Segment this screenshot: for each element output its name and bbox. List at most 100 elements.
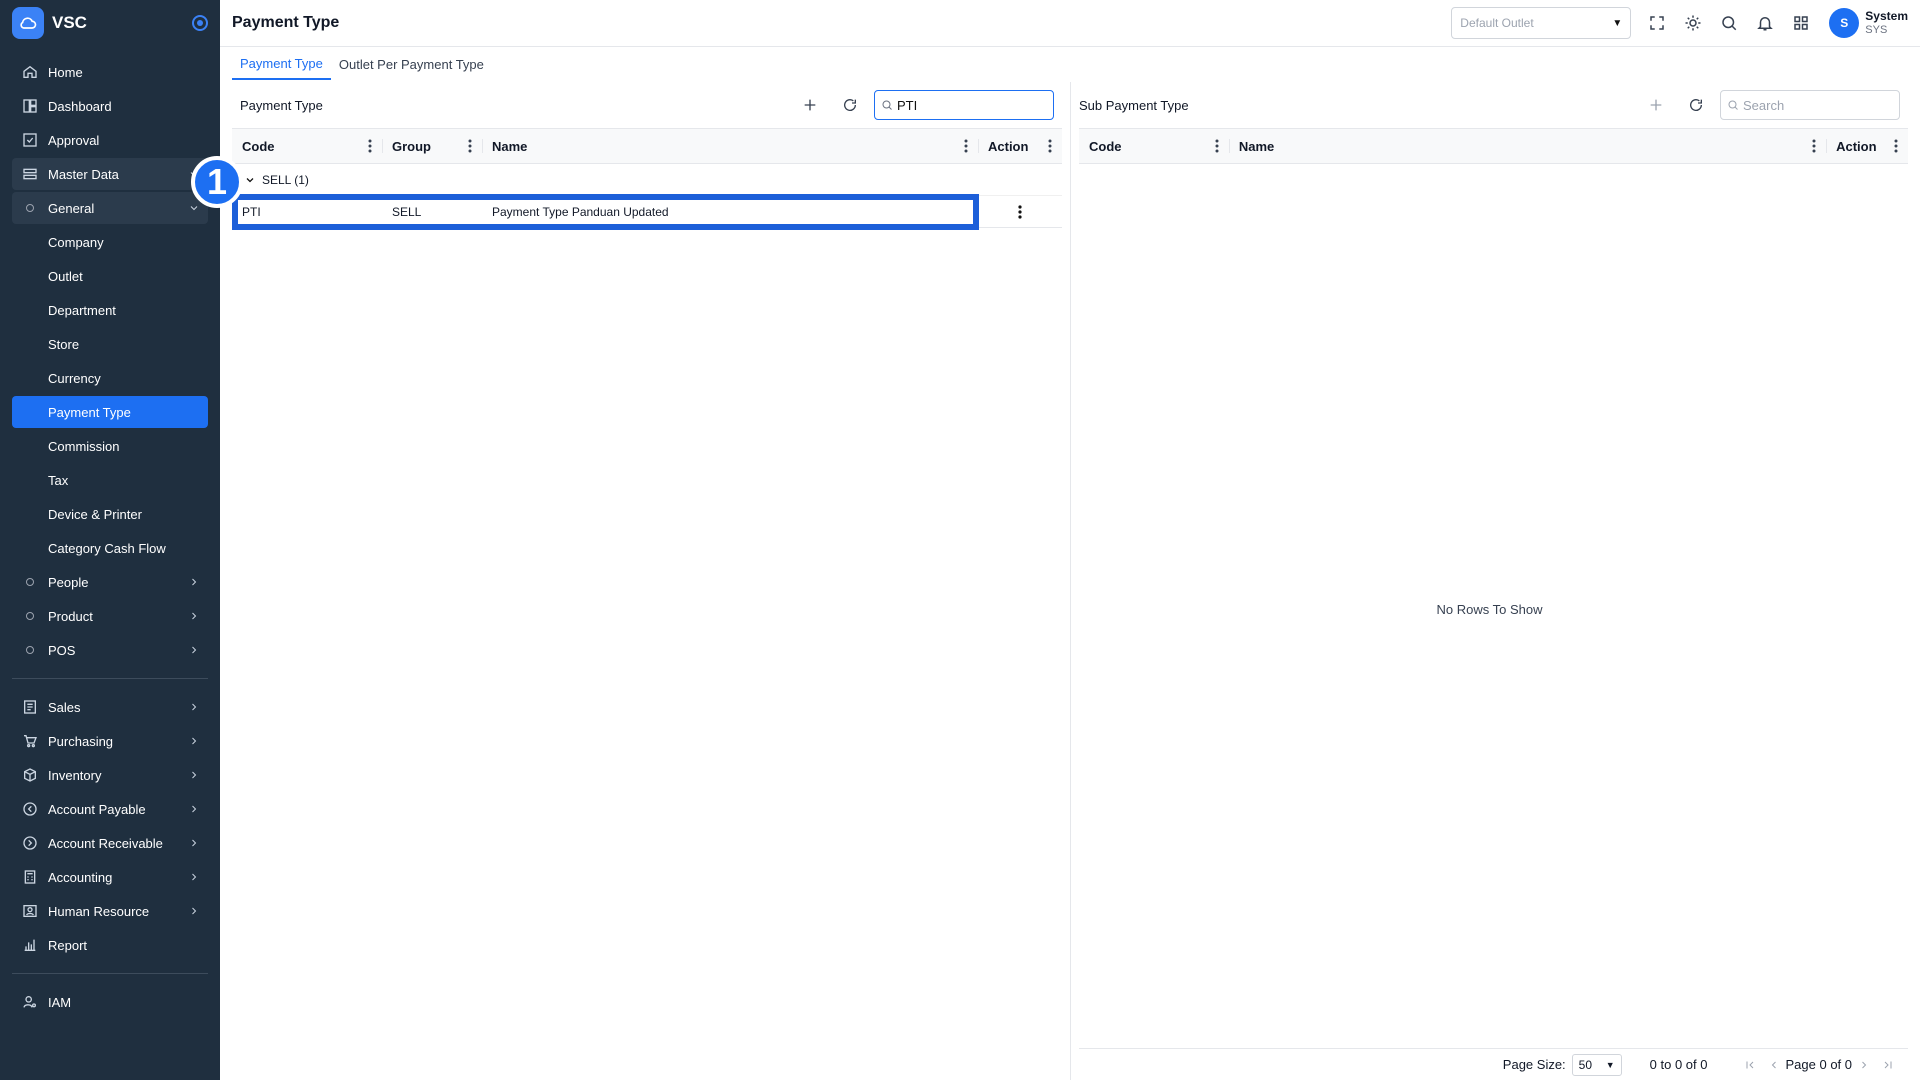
sidebar-item-purchasing[interactable]: Purchasing xyxy=(12,725,208,757)
sidebar-item-store[interactable]: Store xyxy=(12,328,208,360)
sidebar-item-label: Company xyxy=(48,234,104,250)
sidebar-item-commission[interactable]: Commission xyxy=(12,430,208,462)
sidebar-divider xyxy=(12,678,208,679)
search-icon[interactable] xyxy=(1711,7,1747,39)
group-row-sell[interactable]: SELL (1) xyxy=(232,164,1062,196)
first-page-icon[interactable] xyxy=(1744,1059,1756,1071)
kebab-menu-icon[interactable] xyxy=(1894,139,1898,153)
database-icon xyxy=(20,164,40,184)
search-input[interactable] xyxy=(897,97,1037,113)
sidebar-item-label: General xyxy=(48,200,95,216)
chevron-right-icon xyxy=(188,735,200,747)
prev-page-icon[interactable] xyxy=(1768,1059,1780,1071)
sidebar-item-product[interactable]: Product xyxy=(12,600,208,632)
sidebar-item-approval[interactable]: Approval xyxy=(12,124,208,156)
sidebar-item-company[interactable]: Company xyxy=(12,226,208,258)
kebab-menu-icon[interactable] xyxy=(1048,139,1052,153)
cell-name: Payment Type Panduan Updated xyxy=(492,204,669,219)
column-header-code[interactable]: Code xyxy=(1079,129,1229,163)
sidebar-item-account-receivable[interactable]: Account Receivable xyxy=(12,827,208,859)
sidebar-item-account-payable[interactable]: Account Payable xyxy=(12,793,208,825)
column-header-action[interactable]: Action xyxy=(978,129,1062,163)
sidebar-item-category-cash-flow[interactable]: Category Cash Flow xyxy=(12,532,208,564)
sidebar-item-master-data[interactable]: Master Data xyxy=(12,158,208,190)
search-field[interactable] xyxy=(1720,90,1900,120)
row-action-menu-icon[interactable] xyxy=(978,196,1062,227)
last-page-icon[interactable] xyxy=(1882,1059,1894,1071)
bell-icon[interactable] xyxy=(1747,7,1783,39)
tab-payment-type[interactable]: Payment Type xyxy=(232,48,331,80)
box-icon xyxy=(20,765,40,785)
user-info[interactable]: System SYS xyxy=(1865,9,1908,37)
refresh-button[interactable] xyxy=(1676,89,1716,121)
sidebar-item-iam[interactable]: IAM xyxy=(12,986,208,1018)
kebab-menu-icon[interactable] xyxy=(468,139,472,153)
top-header: Payment Type Default Outlet ▼ S System S… xyxy=(220,0,1920,47)
sidebar-item-label: Category Cash Flow xyxy=(48,540,166,556)
add-button[interactable] xyxy=(1636,89,1676,121)
circle-icon xyxy=(26,578,34,586)
user-key-icon xyxy=(20,992,40,1012)
sidebar-item-currency[interactable]: Currency xyxy=(12,362,208,394)
column-label: Code xyxy=(1089,138,1122,154)
sidebar-item-people[interactable]: People xyxy=(12,566,208,598)
sidebar-item-label: Commission xyxy=(48,438,120,454)
refresh-button[interactable] xyxy=(830,89,870,121)
column-header-code[interactable]: Code xyxy=(232,129,382,163)
column-header-action[interactable]: Action xyxy=(1826,129,1908,163)
column-header-name[interactable]: Name xyxy=(482,129,978,163)
search-field[interactable] xyxy=(874,90,1054,120)
toolbar-actions xyxy=(1636,89,1900,121)
kebab-menu-icon[interactable] xyxy=(368,139,372,153)
next-page-icon[interactable] xyxy=(1858,1059,1870,1071)
sidebar-item-accounting[interactable]: Accounting xyxy=(12,861,208,893)
sub-payment-type-panel: Sub Payment Type Code Name Action No Row… xyxy=(1070,82,1908,1080)
sidebar-item-device-printer[interactable]: Device & Printer xyxy=(12,498,208,530)
sidebar-item-dashboard[interactable]: Dashboard xyxy=(12,90,208,122)
sidebar-item-human-resource[interactable]: Human Resource xyxy=(12,895,208,927)
sun-icon[interactable] xyxy=(1675,7,1711,39)
table-row[interactable]: PTI SELL Payment Type Panduan Updated xyxy=(232,194,1062,230)
sidebar-item-pos[interactable]: POS xyxy=(12,634,208,666)
sidebar-item-department[interactable]: Department xyxy=(12,294,208,326)
sidebar-item-payment-type[interactable]: Payment Type xyxy=(12,396,208,428)
sidebar-item-label: Home xyxy=(48,64,83,80)
sidebar-item-label: Master Data xyxy=(48,166,119,182)
column-label: Action xyxy=(988,138,1029,154)
search-icon xyxy=(882,100,892,110)
header-actions: Default Outlet ▼ S System SYS xyxy=(1451,7,1908,39)
sidebar-item-home[interactable]: Home xyxy=(12,56,208,88)
pagination-footer: Page Size: 50 ▼ 0 to 0 of 0 Page 0 of 0 xyxy=(1079,1048,1908,1080)
search-input[interactable] xyxy=(1743,97,1883,113)
sidebar-item-label: Account Payable xyxy=(48,801,146,817)
sidebar-item-inventory[interactable]: Inventory xyxy=(12,759,208,791)
kebab-menu-icon[interactable] xyxy=(1812,139,1816,153)
tab-bar: Payment Type Outlet Per Payment Type xyxy=(232,48,492,80)
caret-down-icon: ▼ xyxy=(1612,17,1623,29)
sidebar-item-sales[interactable]: Sales xyxy=(12,691,208,723)
search-icon xyxy=(1728,100,1738,110)
add-button[interactable] xyxy=(790,89,830,121)
tab-outlet-per-payment-type[interactable]: Outlet Per Payment Type xyxy=(331,48,492,80)
panel-toolbar: Payment Type xyxy=(232,82,1062,128)
column-header-name[interactable]: Name xyxy=(1228,129,1826,163)
kebab-menu-icon[interactable] xyxy=(964,139,968,153)
sidebar-toggle-button[interactable] xyxy=(192,15,208,31)
apps-grid-icon[interactable] xyxy=(1783,7,1819,39)
chevron-down-icon[interactable] xyxy=(244,174,256,186)
fullscreen-icon[interactable] xyxy=(1639,7,1675,39)
sidebar-item-general[interactable]: General xyxy=(12,192,208,224)
sidebar-item-outlet[interactable]: Outlet xyxy=(12,260,208,292)
report-icon xyxy=(20,935,40,955)
sidebar-item-tax[interactable]: Tax xyxy=(12,464,208,496)
page-size-select[interactable]: 50 ▼ xyxy=(1571,1053,1622,1076)
kebab-menu-icon[interactable] xyxy=(1215,139,1219,153)
avatar[interactable]: S xyxy=(1829,8,1860,38)
user-name: System xyxy=(1865,9,1908,23)
chevron-right-icon xyxy=(188,905,200,917)
chevron-right-icon xyxy=(188,837,200,849)
column-header-group[interactable]: Group xyxy=(382,129,482,163)
outlet-select[interactable]: Default Outlet ▼ xyxy=(1451,7,1632,39)
cell-code: PTI xyxy=(242,204,261,219)
sidebar-item-report[interactable]: Report xyxy=(12,929,208,961)
